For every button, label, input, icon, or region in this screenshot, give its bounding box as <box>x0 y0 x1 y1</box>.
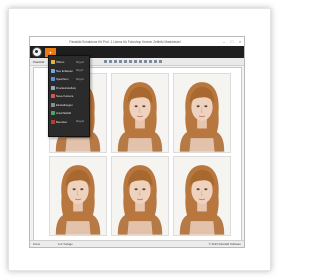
menu-item-label: Druckeinstellungen <box>56 85 76 90</box>
menu-item[interactable]: Einstellungen <box>49 101 89 110</box>
zoom-out-icon[interactable] <box>109 60 113 63</box>
status-bar: Zoom 1x1 Vorlage © 2023 Passbild Softwar… <box>30 240 244 247</box>
image-icon <box>50 111 55 116</box>
window-title: Passbild Schablone Kit Prof. 1 Lizenz fü… <box>69 39 181 44</box>
fit-icon[interactable] <box>154 60 158 63</box>
save-icon <box>50 77 55 82</box>
toolbar-icons <box>104 60 163 63</box>
menu-item-label: Beenden <box>56 119 68 124</box>
rotate-icon[interactable] <box>114 60 118 63</box>
menu-item[interactable]: Öffnen Strg+O <box>49 58 89 67</box>
menu-item-label: Neu Erfassen <box>56 68 73 73</box>
exit-icon <box>50 119 55 124</box>
menu-item-label: Öffnen <box>56 60 65 65</box>
toolbar-label: Passbild <box>33 59 45 64</box>
menu-item-shortcut: Strg+O <box>76 60 84 64</box>
passport-photo[interactable] <box>173 73 231 153</box>
menu-item-shortcut: Strg+T <box>76 69 84 73</box>
chevron-down-icon: ▾ <box>49 49 52 55</box>
app-logo-icon[interactable] <box>32 47 42 57</box>
zoom-in-icon[interactable] <box>104 60 108 63</box>
print-settings-icon <box>50 85 55 90</box>
settings-icon <box>50 102 55 107</box>
menu-item[interactable]: Neue Kamera <box>49 92 89 101</box>
status-copyright: © 2023 Passbild Software <box>208 242 241 246</box>
open-folder-icon <box>50 60 55 65</box>
print-icon[interactable] <box>139 60 143 63</box>
passport-photo[interactable] <box>111 156 169 236</box>
menu-item-label: Einstellungen <box>56 102 73 107</box>
menu-item[interactable]: Ansichtsbild <box>49 109 89 118</box>
menu-item-shortcut: Strg+Q <box>76 120 84 124</box>
menu-item-label: Speichern <box>56 77 69 82</box>
new-document-icon <box>50 68 55 73</box>
maximize-button[interactable]: □ <box>228 37 236 46</box>
passport-photo[interactable] <box>173 156 231 236</box>
camera-icon <box>50 94 55 99</box>
menu-item[interactable]: Beenden Strg+Q <box>49 118 89 127</box>
contrast-icon[interactable] <box>129 60 133 63</box>
menu-item[interactable]: Druckeinstellungen <box>49 84 89 93</box>
file-dropdown-menu: Öffnen Strg+O Neu Erfassen Strg+T Speichern S… <box>48 55 90 137</box>
info-icon[interactable] <box>159 60 163 63</box>
redo-icon[interactable] <box>149 60 153 63</box>
menu-item-shortcut: Strg+S <box>76 77 84 81</box>
grid-icon[interactable] <box>134 60 138 63</box>
status-template: 1x1 Vorlage <box>58 242 73 246</box>
title-bar: Passbild Schablone Kit Prof. 1 Lizenz fü… <box>30 37 244 46</box>
close-button[interactable]: × <box>236 37 244 46</box>
menu-item-label: Neue Kamera <box>56 94 74 99</box>
brightness-icon[interactable] <box>124 60 128 63</box>
passport-photo[interactable] <box>111 73 169 153</box>
passport-photo[interactable] <box>49 156 107 236</box>
menu-item[interactable]: Neu Erfassen Strg+T <box>49 67 89 76</box>
crop-icon[interactable] <box>119 60 123 63</box>
undo-icon[interactable] <box>144 60 148 63</box>
menu-item-label: Ansichtsbild <box>56 111 71 116</box>
minimize-button[interactable]: – <box>220 37 228 46</box>
menu-item[interactable]: Speichern Strg+S <box>49 75 89 84</box>
screenshot-frame: Passbild Schablone Kit Prof. 1 Lizenz fü… <box>8 8 271 271</box>
status-zoom: Zoom <box>33 242 41 246</box>
